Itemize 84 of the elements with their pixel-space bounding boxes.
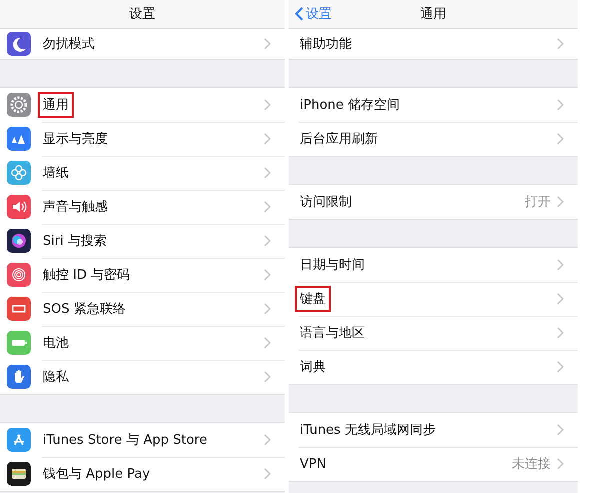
settings-row[interactable]: 隐私	[0, 360, 285, 394]
settings-row[interactable]: 墙纸	[0, 156, 285, 190]
chevron-icon	[264, 38, 271, 50]
settings-row[interactable]: 通用	[0, 88, 285, 122]
chevron-icon	[557, 259, 564, 271]
row-value: 未连接	[512, 456, 551, 473]
row-label: 后台应用刷新	[299, 131, 379, 149]
row-label: 隐私	[42, 369, 70, 387]
chevron-icon	[557, 196, 564, 208]
chevron-icon	[264, 99, 271, 111]
chevron-icon	[264, 371, 271, 383]
settings-row[interactable]: 辅助功能	[289, 29, 578, 59]
chevron-icon	[264, 201, 271, 213]
chevron-icon	[557, 327, 564, 339]
chevron-icon	[264, 434, 271, 446]
row-value: 打开	[525, 194, 551, 211]
hand-icon	[7, 365, 31, 389]
back-button[interactable]: 设置	[295, 5, 332, 23]
moon-icon	[7, 32, 31, 56]
settings-row[interactable]: 语言与地区	[289, 316, 578, 350]
settings-row[interactable]: iTunes Store 与 App Store	[0, 423, 285, 457]
settings-row[interactable]: VPN 未连接	[289, 447, 578, 481]
chevron-icon	[557, 133, 564, 145]
triangles-icon	[7, 127, 31, 151]
row-label: 语言与地区	[299, 325, 366, 343]
chevron-icon	[557, 38, 564, 50]
row-label: 墙纸	[42, 165, 70, 183]
chevron-icon	[264, 269, 271, 281]
row-label: 声音与触感	[42, 199, 109, 217]
row-label: SOS 紧急联络	[42, 301, 127, 319]
row-label: 通用	[38, 92, 74, 118]
chevron-icon	[264, 167, 271, 179]
settings-row[interactable]: 键盘	[289, 282, 578, 316]
speaker-icon	[7, 195, 31, 219]
settings-row[interactable]: 后台应用刷新	[289, 122, 578, 156]
back-chevron-icon	[295, 7, 304, 21]
row-label: 键盘	[295, 286, 331, 312]
row-label: 访问限制	[299, 194, 353, 212]
row-label: iPhone 储存空间	[299, 97, 402, 115]
settings-row[interactable]: 勿扰模式	[0, 29, 285, 59]
settings-row[interactable]: 电池	[0, 326, 285, 360]
chevron-icon	[264, 303, 271, 315]
screen-title: 通用	[420, 6, 446, 23]
chevron-icon	[557, 99, 564, 111]
app-store-icon	[7, 428, 31, 452]
chevron-icon	[557, 424, 564, 436]
settings-row[interactable]: 日期与时间	[289, 248, 578, 282]
flower-icon	[7, 161, 31, 185]
row-label: iTunes Store 与 App Store	[42, 432, 208, 450]
chevron-icon	[264, 337, 271, 349]
emergency-icon	[7, 297, 31, 321]
screen-title: 设置	[130, 6, 156, 23]
row-label: 辅助功能	[299, 36, 353, 54]
orb-icon	[7, 229, 31, 253]
row-label: iTunes 无线局域网同步	[299, 422, 437, 440]
battery-icon	[7, 331, 31, 355]
fingerprint-icon	[7, 263, 31, 287]
row-label: VPN	[299, 456, 328, 474]
settings-row[interactable]: 显示与亮度	[0, 122, 285, 156]
settings-row[interactable]: 访问限制 打开	[289, 185, 578, 219]
row-label: 日期与时间	[299, 257, 366, 275]
wallet-icon	[7, 462, 31, 486]
settings-row[interactable]: SOS 紧急联络	[0, 292, 285, 326]
settings-row[interactable]: 触控 ID 与密码	[0, 258, 285, 292]
settings-row[interactable]: 词典	[289, 350, 578, 384]
chevron-icon	[557, 361, 564, 373]
settings-row[interactable]: 声音与触感	[0, 190, 285, 224]
settings-row[interactable]: 钱包与 Apple Pay	[0, 457, 285, 491]
chevron-icon	[264, 468, 271, 480]
row-label: 电池	[42, 335, 70, 353]
row-label: 词典	[299, 359, 327, 377]
settings-row[interactable]: Siri 与搜索	[0, 224, 285, 258]
row-label: 勿扰模式	[42, 36, 96, 54]
row-label: 显示与亮度	[42, 131, 109, 149]
row-label: 钱包与 Apple Pay	[42, 466, 152, 484]
row-label: 触控 ID 与密码	[42, 267, 132, 285]
chevron-icon	[264, 235, 271, 247]
settings-row[interactable]: iTunes 无线局域网同步	[289, 413, 578, 447]
chevron-icon	[264, 133, 271, 145]
gear-icon	[7, 93, 31, 117]
chevron-icon	[557, 293, 564, 305]
row-label: Siri 与搜索	[42, 233, 108, 251]
chevron-icon	[557, 458, 564, 470]
settings-row[interactable]: iPhone 储存空间	[289, 88, 578, 122]
